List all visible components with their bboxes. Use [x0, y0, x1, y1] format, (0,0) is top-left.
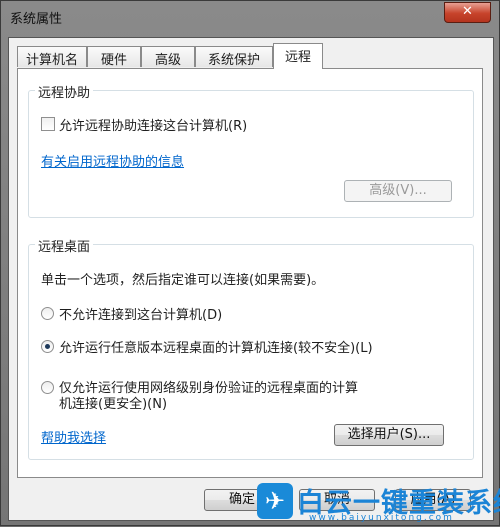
advanced-button[interactable]: 高级(V)...: [344, 180, 452, 202]
tab-hardware[interactable]: 硬件: [87, 46, 141, 68]
remote-assistance-info-link[interactable]: 有关启用远程协助的信息: [41, 151, 184, 170]
help-me-choose-link[interactable]: 帮助我选择: [41, 427, 106, 446]
tab-advanced[interactable]: 高级: [141, 46, 195, 68]
remote-tab-panel: 远程协助 允许远程协助连接这台计算机(R) 有关启用远程协助的信息 高级(V).…: [17, 68, 483, 478]
watermark-url: www.baiyunxitong.com: [309, 513, 454, 523]
tab-system-protection[interactable]: 系统保护: [195, 46, 273, 68]
remote-assistance-legend: 远程协助: [35, 82, 94, 101]
close-button[interactable]: ✕: [444, 2, 491, 23]
allow-nla-only-radio[interactable]: [41, 381, 54, 394]
allow-remote-assistance-checkbox[interactable]: [41, 117, 55, 131]
deny-connections-label[interactable]: 不允许连接到这台计算机(D): [59, 304, 222, 323]
deny-connections-radio[interactable]: [41, 307, 54, 320]
watermark: ✈ 白云一键重装系统 www.baiyunxitong.com: [247, 479, 500, 527]
bird-logo-icon: ✈: [257, 483, 293, 519]
window-title: 系统属性: [10, 12, 63, 27]
dialog-client-area: 计算机名 硬件 高级 系统保护 远程 远程协助 允许远程协助连接这台计算机(R)…: [8, 37, 494, 521]
tab-remote[interactable]: 远程: [273, 43, 323, 69]
allow-any-version-radio[interactable]: [41, 340, 54, 353]
allow-any-version-label[interactable]: 允许运行任意版本远程桌面的计算机连接(较不安全)(L): [59, 337, 373, 356]
allow-nla-only-label-line2[interactable]: 机连接(更安全)(N): [59, 393, 167, 412]
remote-desktop-group: 远程桌面 单击一个选项，然后指定谁可以连接(如果需要)。 不允许连接到这台计算机…: [28, 236, 474, 460]
select-users-button[interactable]: 选择用户(S)...: [334, 424, 444, 446]
remote-desktop-legend: 远程桌面: [35, 236, 94, 255]
title-bar[interactable]: 系统属性 ✕: [1, 1, 499, 31]
allow-remote-assistance-label[interactable]: 允许远程协助连接这台计算机(R): [59, 115, 247, 134]
system-properties-window: 系统属性 ✕ 计算机名 硬件 高级 系统保护 远程 远程协助 允许远程协助连接这…: [0, 0, 500, 526]
remote-assistance-group: 远程协助 允许远程协助连接这台计算机(R) 有关启用远程协助的信息 高级(V).…: [28, 82, 474, 218]
tab-computer-name[interactable]: 计算机名: [17, 46, 87, 68]
remote-desktop-description: 单击一个选项，然后指定谁可以连接(如果需要)。: [41, 273, 325, 288]
